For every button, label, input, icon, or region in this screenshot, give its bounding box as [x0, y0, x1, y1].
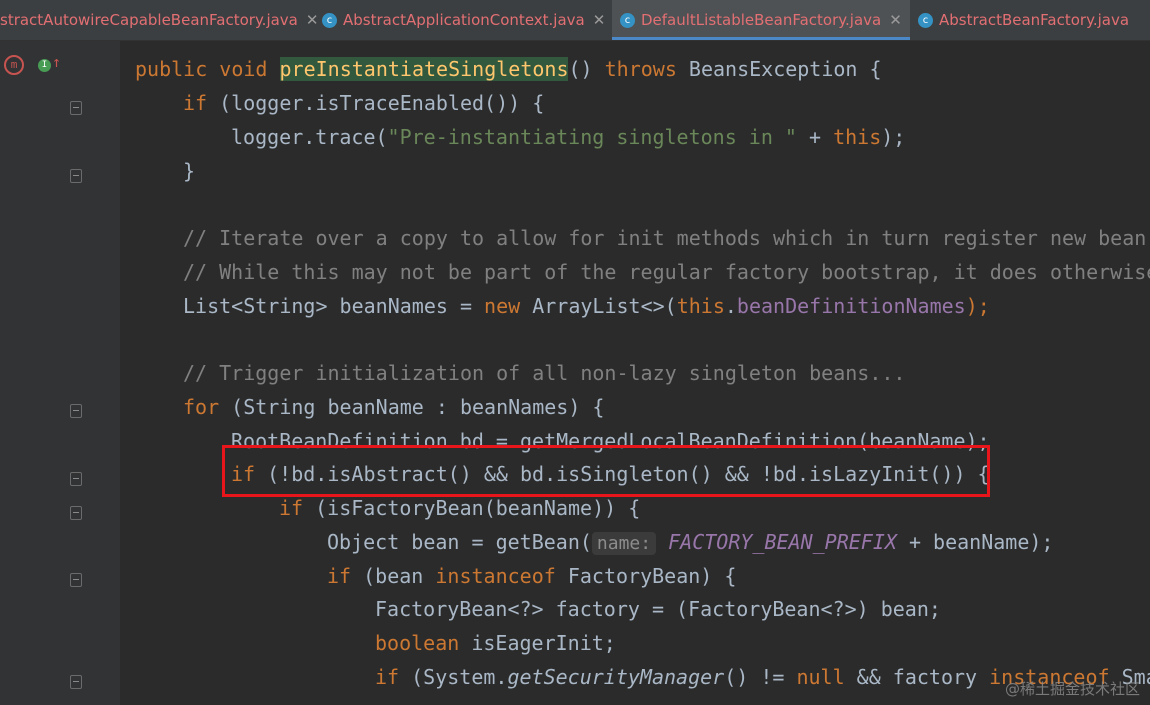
fold-marker-icon[interactable]: [70, 573, 82, 587]
editor-gutter: m I ↑: [0, 41, 120, 705]
tab-abstract-bean-factory[interactable]: c AbstractBeanFactory.java: [912, 0, 1150, 40]
code-token: (System.: [399, 665, 508, 689]
code-token: beanDefinitionNames: [736, 294, 966, 318]
code-token: () !=: [724, 665, 797, 689]
fold-marker-icon[interactable]: [70, 404, 82, 418]
fold-marker-icon[interactable]: [70, 506, 82, 520]
code-line-3: logger.trace("Pre-instantiating singleto…: [231, 120, 905, 154]
code-token: logger.trace(: [231, 125, 388, 149]
code-token: if: [279, 496, 304, 520]
class-icon: c: [918, 12, 933, 28]
code-token: public void: [135, 57, 280, 81]
code-comment: // Trigger initialization of all non-laz…: [183, 361, 906, 385]
arrow-up-icon[interactable]: ↑: [52, 53, 61, 71]
code-token: (): [568, 57, 605, 81]
code-token: if: [375, 665, 400, 689]
code-line-4: }: [183, 154, 195, 188]
code-line-5: // Iterate over a copy to allow for init…: [183, 221, 1146, 255]
editor-tab-bar: stractAutowireCapableBeanFactory.java ✕ …: [0, 0, 1150, 41]
parameter-hint: name:: [591, 532, 657, 555]
code-token: instanceof: [435, 564, 556, 588]
code-line-9: for (String beanName : beanNames) {: [183, 390, 604, 424]
close-icon[interactable]: ✕: [593, 11, 606, 29]
close-icon[interactable]: ✕: [306, 11, 319, 29]
code-comment: // While this may not be part of the reg…: [183, 260, 1150, 284]
tab-label: DefaultListableBeanFactory.java: [641, 11, 882, 29]
code-token: new: [484, 294, 521, 318]
fold-marker-icon[interactable]: [70, 472, 82, 486]
method-overrides-icon[interactable]: m: [4, 55, 24, 75]
tab-label: AbstractApplicationContext.java: [343, 11, 585, 29]
code-line-14: if (bean instanceof FactoryBean) {: [327, 559, 736, 593]
code-token: for: [183, 395, 220, 419]
code-line-16: boolean isEagerInit;: [375, 626, 616, 660]
code-token: if: [183, 91, 208, 115]
code-token: && factory: [844, 665, 990, 689]
code-token: (String beanName : beanNames) {: [219, 395, 605, 419]
fold-marker-icon[interactable]: [70, 675, 82, 689]
code-token: .: [724, 294, 737, 318]
code-token: Object bean = getBean(: [327, 530, 592, 554]
code-token: );: [881, 125, 906, 149]
code-token: "Pre-instantiating singletons in ": [387, 125, 797, 149]
implements-icon[interactable]: I: [38, 59, 51, 72]
highlight-annotation-box: [222, 445, 990, 497]
tab-label: stractAutowireCapableBeanFactory.java: [0, 11, 298, 29]
code-token: ArrayList<>(: [520, 294, 677, 318]
code-token: getSecurityManager: [507, 665, 725, 689]
class-icon: c: [620, 12, 635, 28]
code-token: );: [965, 294, 990, 318]
code-token: this: [676, 294, 725, 318]
code-line-6: // While this may not be part of the reg…: [183, 255, 1150, 289]
code-line-2: if (logger.isTraceEnabled()) {: [183, 86, 544, 120]
code-token: this: [833, 125, 882, 149]
code-comment: // Iterate over a copy to allow for init…: [183, 226, 1147, 250]
code-token: (bean: [351, 564, 436, 588]
code-token: if: [327, 564, 352, 588]
code-token: boolean: [375, 631, 460, 655]
class-icon: c: [322, 12, 337, 28]
code-token: preInstantiateSingletons: [279, 57, 569, 81]
tab-default-listable-bean-factory[interactable]: c DefaultListableBeanFactory.java ✕: [612, 0, 910, 40]
tab-label: AbstractBeanFactory.java: [939, 11, 1130, 29]
code-token: + beanName);: [896, 530, 1054, 554]
code-token: (logger.isTraceEnabled()) {: [207, 91, 545, 115]
code-token: FACTORY_BEAN_PREFIX: [668, 530, 897, 554]
code-token: BeansException {: [676, 57, 882, 81]
code-token: (isFactoryBean(beanName)) {: [303, 496, 641, 520]
code-token: List<String> beanNames =: [183, 294, 485, 318]
code-line-8: // Trigger initialization of all non-laz…: [183, 356, 905, 390]
code-token: isEagerInit;: [459, 631, 616, 655]
code-line-13: Object bean = getBean(name: FACTORY_BEAN…: [327, 525, 1053, 559]
code-line-15: FactoryBean<?> factory = (FactoryBean<?>…: [375, 592, 941, 626]
code-line-7: List<String> beanNames = new ArrayList<>…: [183, 289, 990, 323]
watermark: @稀土掘金技术社区: [1004, 680, 1140, 698]
code-token: throws: [604, 57, 677, 81]
code-token: FactoryBean) {: [555, 564, 737, 588]
close-icon[interactable]: ✕: [889, 11, 902, 29]
code-line-1: public void preInstantiateSingletons() t…: [135, 52, 882, 86]
code-token: +: [796, 125, 834, 149]
code-token: FactoryBean<?> factory = (FactoryBean<?>…: [375, 597, 941, 621]
fold-marker-icon[interactable]: [70, 101, 82, 115]
code-token: }: [183, 159, 196, 183]
code-editor[interactable]: public void preInstantiateSingletons() t…: [120, 41, 1150, 705]
tab-abstract-autowire-capable-bean-factory[interactable]: stractAutowireCapableBeanFactory.java ✕: [0, 0, 318, 40]
code-token: null: [796, 665, 845, 689]
tab-abstract-application-context[interactable]: c AbstractApplicationContext.java ✕: [322, 0, 608, 40]
fold-marker-icon[interactable]: [70, 169, 82, 183]
